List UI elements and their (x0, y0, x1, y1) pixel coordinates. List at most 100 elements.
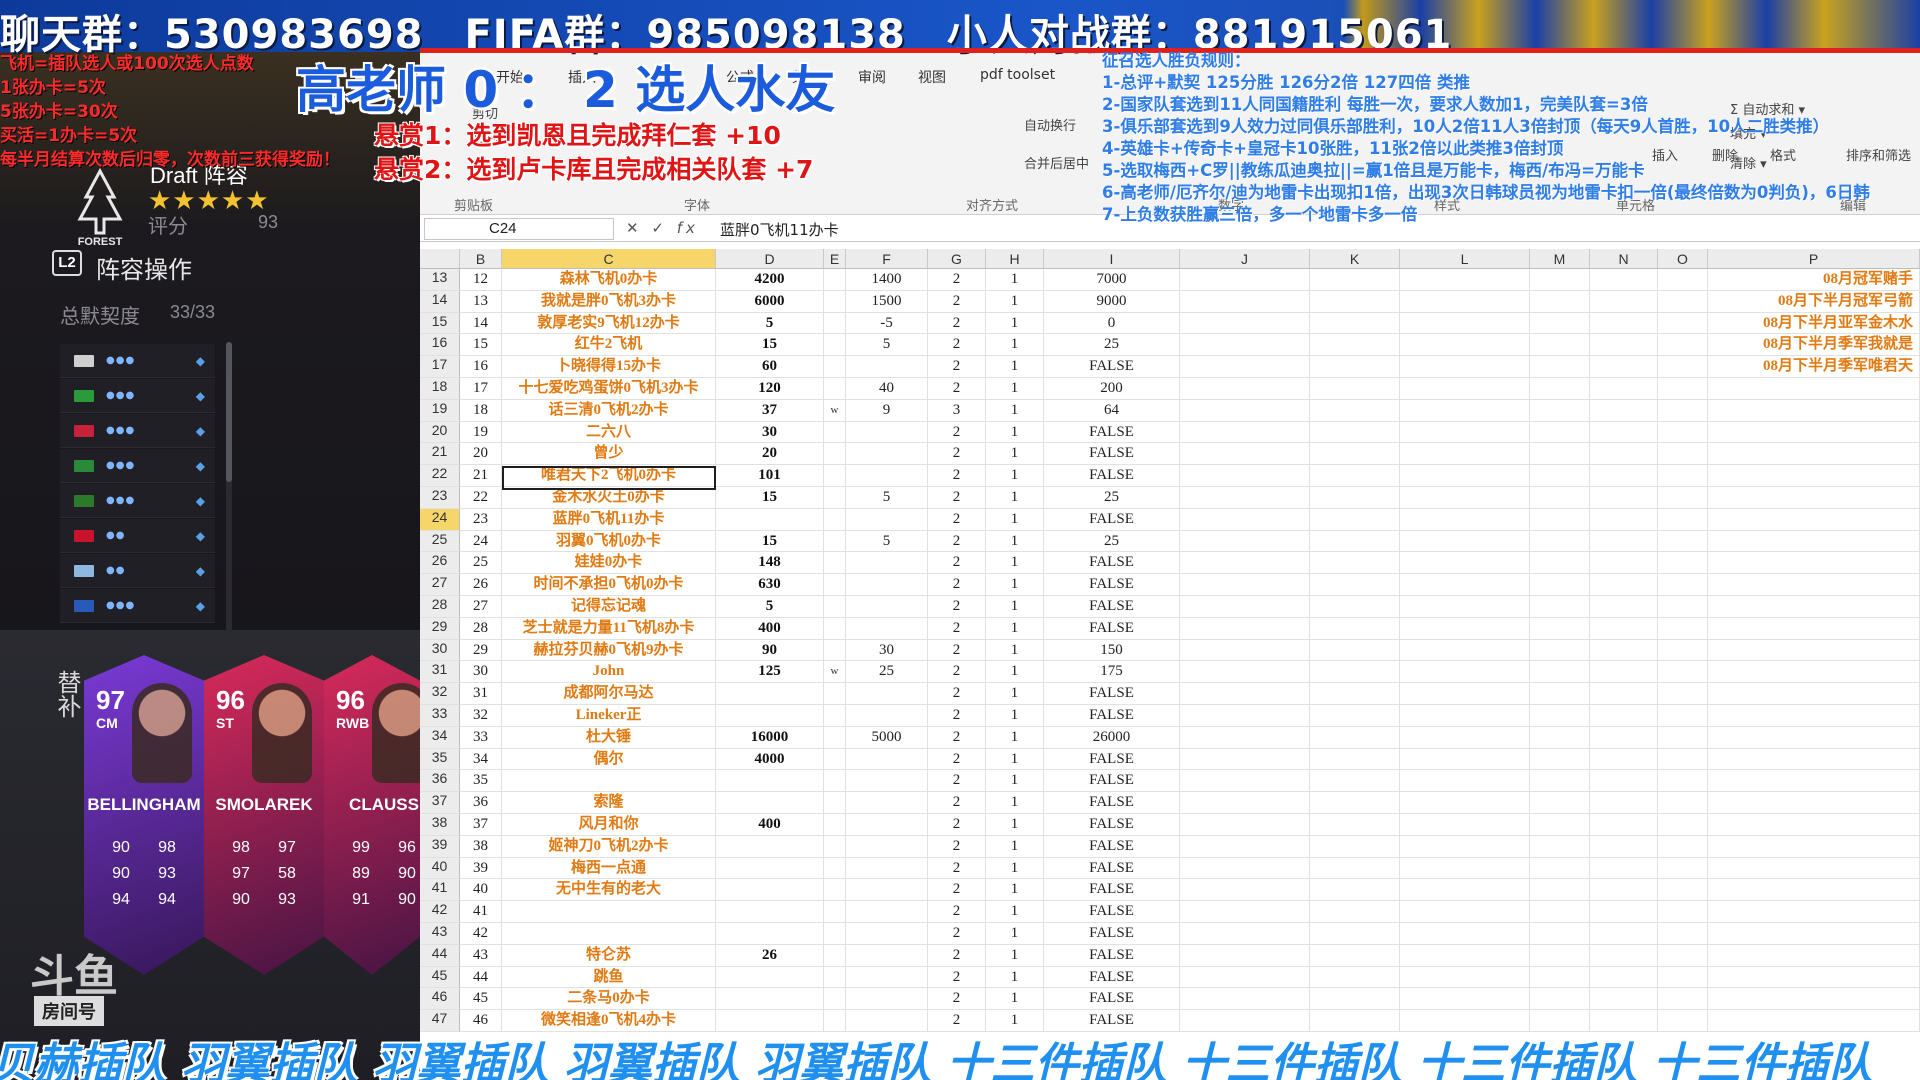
cell-f[interactable] (846, 465, 928, 487)
cell-e[interactable]: w (824, 661, 846, 684)
row-header[interactable]: 15 (420, 312, 460, 335)
cell-h[interactable]: 1 (986, 617, 1044, 640)
cell-n[interactable] (1590, 901, 1658, 923)
cell-h[interactable]: 1 (986, 792, 1044, 814)
cell-l[interactable] (1400, 879, 1530, 902)
row-header[interactable]: 43 (420, 923, 460, 945)
cell-e[interactable] (824, 639, 846, 662)
cell-k[interactable] (1310, 443, 1400, 466)
cell-name[interactable]: Lineker正 (502, 705, 716, 727)
cell-p[interactable] (1708, 923, 1920, 945)
cell-j[interactable] (1180, 530, 1310, 553)
cell-m[interactable] (1530, 617, 1590, 640)
cell-name[interactable] (502, 923, 716, 945)
cell-e[interactable] (824, 879, 846, 902)
cell-b[interactable]: 16 (460, 356, 502, 378)
cell-i[interactable]: FALSE (1044, 857, 1180, 880)
cell-i[interactable]: 9000 (1044, 290, 1180, 313)
cell-g[interactable]: 2 (928, 465, 986, 487)
cell-f[interactable]: 5 (846, 487, 928, 509)
column-header-c[interactable]: C (502, 249, 716, 269)
cell-k[interactable] (1310, 574, 1400, 596)
cell-b[interactable]: 17 (460, 378, 502, 400)
cell-i[interactable]: 0 (1044, 312, 1180, 335)
cell-j[interactable] (1180, 661, 1310, 684)
row-header[interactable]: 27 (420, 574, 460, 596)
cell-f[interactable] (846, 814, 928, 836)
cell-k[interactable] (1310, 661, 1400, 684)
cell-name[interactable]: 芝士就是力量11飞机8办卡 (502, 617, 716, 640)
cell-o[interactable] (1658, 988, 1708, 1011)
column-header-b[interactable]: B (460, 249, 502, 269)
cell-p[interactable] (1708, 399, 1920, 422)
cell-f[interactable]: 25 (846, 661, 928, 684)
column-header-n[interactable]: N (1590, 249, 1658, 269)
cell-g[interactable]: 2 (928, 290, 986, 313)
formula-input[interactable]: 蓝胖0飞机11办卡 (720, 219, 839, 240)
cell-l[interactable] (1400, 944, 1530, 967)
cell-d[interactable]: 20 (716, 443, 824, 466)
cell-e[interactable] (824, 792, 846, 814)
cell-m[interactable] (1530, 574, 1590, 596)
cell-f[interactable]: 9 (846, 399, 928, 422)
column-header-d[interactable]: D (716, 249, 824, 269)
column-header-j[interactable]: J (1180, 249, 1310, 269)
cell-d[interactable]: 90 (716, 639, 824, 662)
cell-m[interactable] (1530, 356, 1590, 378)
cell-n[interactable] (1590, 269, 1658, 291)
cell-e[interactable] (824, 552, 846, 575)
cell-e[interactable] (824, 705, 846, 727)
tab-pdf-toolset[interactable]: pdf toolset (980, 67, 1055, 83)
cell-f[interactable] (846, 835, 928, 858)
chemistry-row[interactable]: ●●● ◆ (60, 484, 215, 518)
cell-l[interactable] (1400, 639, 1530, 662)
cell-j[interactable] (1180, 312, 1310, 335)
cell-name[interactable]: 时间不承担0飞机0办卡 (502, 574, 716, 596)
cell-n[interactable] (1590, 923, 1658, 945)
cell-l[interactable] (1400, 552, 1530, 575)
cell-m[interactable] (1530, 508, 1590, 531)
cell-j[interactable] (1180, 465, 1310, 487)
cell-i[interactable]: FALSE (1044, 596, 1180, 618)
cell-h[interactable]: 1 (986, 552, 1044, 575)
cell-l[interactable] (1400, 356, 1530, 378)
cell-e[interactable] (824, 487, 846, 509)
cell-f[interactable] (846, 748, 928, 771)
cell-j[interactable] (1180, 966, 1310, 989)
cell-h[interactable]: 1 (986, 770, 1044, 793)
cell-name[interactable]: 卜晓得得15办卡 (502, 356, 716, 378)
row-header[interactable]: 24 (420, 508, 460, 531)
cell-name[interactable]: 羽翼0飞机0办卡 (502, 530, 716, 553)
cell-h[interactable]: 1 (986, 574, 1044, 596)
cell-o[interactable] (1658, 639, 1708, 662)
cell-o[interactable] (1658, 901, 1708, 923)
cell-j[interactable] (1180, 596, 1310, 618)
cell-n[interactable] (1590, 465, 1658, 487)
cell-i[interactable]: FALSE (1044, 617, 1180, 640)
row-header[interactable]: 35 (420, 748, 460, 771)
cell-n[interactable] (1590, 705, 1658, 727)
cell-b[interactable]: 37 (460, 814, 502, 836)
cell-d[interactable] (716, 683, 824, 705)
cell-g[interactable]: 2 (928, 269, 986, 291)
cell-g[interactable]: 2 (928, 574, 986, 596)
cell-p[interactable] (1708, 530, 1920, 553)
cell-l[interactable] (1400, 487, 1530, 509)
cell-g[interactable]: 2 (928, 487, 986, 509)
cell-d[interactable]: 400 (716, 814, 824, 836)
cell-b[interactable]: 40 (460, 879, 502, 902)
row-header[interactable]: 31 (420, 661, 460, 684)
cell-l[interactable] (1400, 465, 1530, 487)
cell-i[interactable]: FALSE (1044, 879, 1180, 902)
cell-p[interactable]: 08月下半月冠军弓箭 (1708, 290, 1920, 313)
wrap-text-button[interactable]: 自动换行 (1024, 115, 1076, 134)
cell-m[interactable] (1530, 683, 1590, 705)
cell-f[interactable]: 5000 (846, 726, 928, 749)
cell-d[interactable] (716, 792, 824, 814)
cell-b[interactable]: 43 (460, 944, 502, 967)
cell-b[interactable]: 31 (460, 683, 502, 705)
cell-o[interactable] (1658, 487, 1708, 509)
cell-n[interactable] (1590, 508, 1658, 531)
cell-i[interactable]: FALSE (1044, 443, 1180, 466)
cell-name[interactable]: 十七爱吃鸡蛋饼0飞机3办卡 (502, 378, 716, 400)
